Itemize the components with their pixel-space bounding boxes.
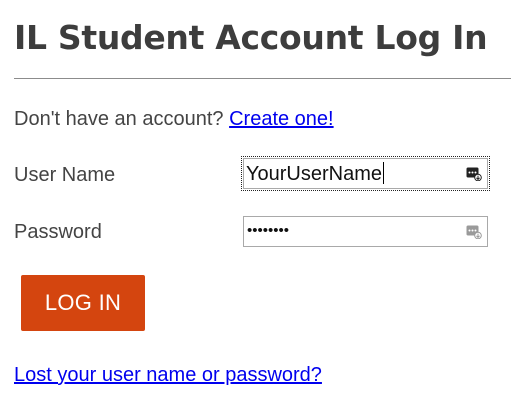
password-manager-key-icon[interactable] <box>466 167 482 181</box>
password-label: Password <box>14 221 102 243</box>
username-value: YourUserName <box>246 162 384 185</box>
lost-credentials-link[interactable]: Lost your user name or password? <box>14 362 322 388</box>
username-label: User Name <box>14 164 116 186</box>
login-page: IL Student Account Log In Don't have an … <box>0 0 511 409</box>
password-masked-value: •••••••• <box>247 222 290 239</box>
text-caret <box>383 162 384 184</box>
username-field[interactable]: YourUserName <box>241 156 490 191</box>
password-manager-key-icon[interactable] <box>466 225 482 239</box>
password-field[interactable]: •••••••• <box>243 216 488 247</box>
signup-prompt-line: Don't have an account? Create one! <box>14 106 334 132</box>
create-account-link[interactable]: Create one! <box>229 108 334 130</box>
login-button[interactable]: LOG IN <box>21 275 145 331</box>
title-divider <box>14 78 511 79</box>
page-title: IL Student Account Log In <box>14 18 488 57</box>
signup-prompt-text: Don't have an account? <box>14 108 224 130</box>
